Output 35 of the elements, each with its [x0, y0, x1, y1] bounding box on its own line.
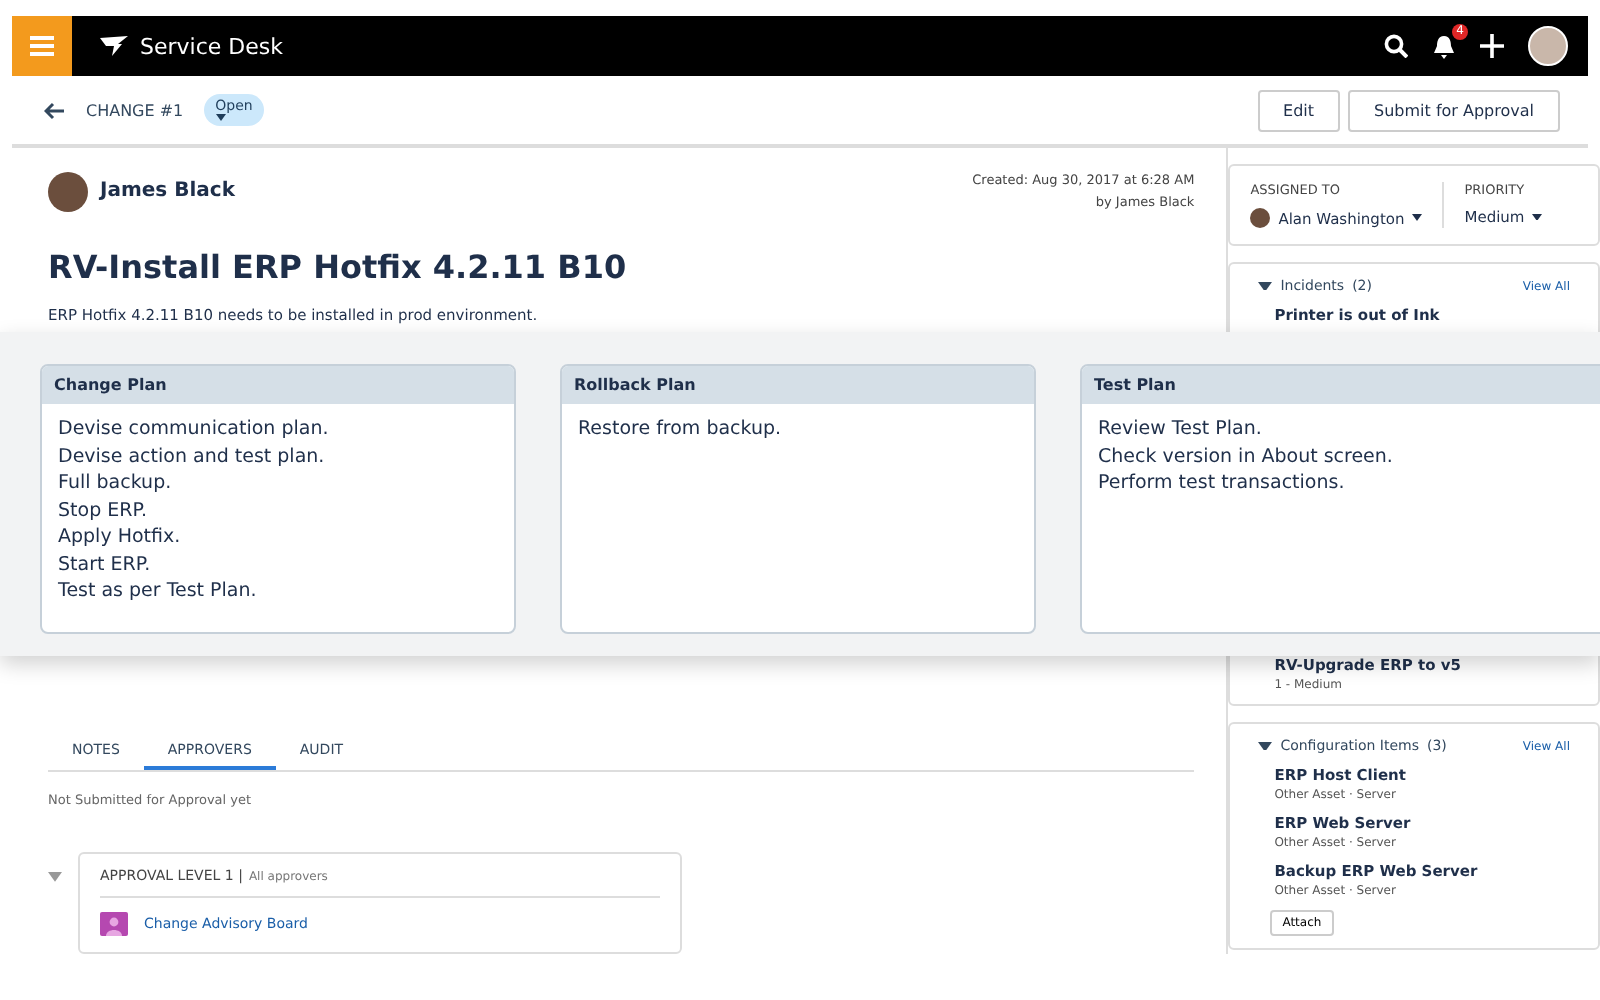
plan-step: Stop ERP.: [58, 497, 498, 524]
author-avatar: [48, 172, 88, 212]
group-folder-icon: [100, 912, 128, 936]
plan-step: Full backup.: [58, 470, 498, 497]
bell-icon[interactable]: [1432, 33, 1456, 59]
collapse-caret-icon: [48, 872, 62, 882]
plan-step: Test as per Test Plan.: [58, 578, 498, 605]
search-icon[interactable]: [1384, 34, 1408, 58]
record-id: CHANGE #1: [86, 101, 184, 119]
plan-step: Check version in About screen.: [1098, 443, 1600, 470]
plan-step: Restore from backup.: [578, 416, 1018, 443]
plan-step: Start ERP.: [58, 551, 498, 578]
plan-step: Review Test Plan.: [1098, 416, 1600, 443]
action-button[interactable]: Submit for Approval: [1348, 89, 1560, 131]
action-button[interactable]: Edit: [1257, 89, 1341, 131]
plan-step: Perform test transactions.: [1098, 470, 1600, 497]
caret-icon: [1532, 213, 1543, 221]
back-arrow-icon[interactable]: [44, 101, 66, 119]
logo-icon: [100, 36, 128, 56]
caret-icon: [1412, 214, 1423, 222]
collapse-caret-icon: [1258, 741, 1273, 751]
plan-title: Change Plan: [42, 366, 514, 404]
app-title: Service Desk: [140, 33, 283, 59]
record-title: RV-Install ERP Hotfix 4.2.11 B10: [48, 248, 629, 286]
plan-title: Rollback Plan: [562, 366, 1034, 404]
menu-icon: [30, 36, 54, 56]
plus-icon[interactable]: [1480, 34, 1504, 58]
caret-icon: [215, 114, 226, 122]
plan-step: Devise communication plan.: [58, 416, 498, 443]
collapse-caret-icon: [1258, 281, 1273, 291]
plan-title: Test Plan: [1082, 366, 1600, 404]
plan-step: Apply Hotfix.: [58, 524, 498, 551]
author-name: James Black: [100, 180, 235, 202]
plan-step: Devise action and test plan.: [58, 443, 498, 470]
user-avatar[interactable]: [1528, 26, 1568, 66]
